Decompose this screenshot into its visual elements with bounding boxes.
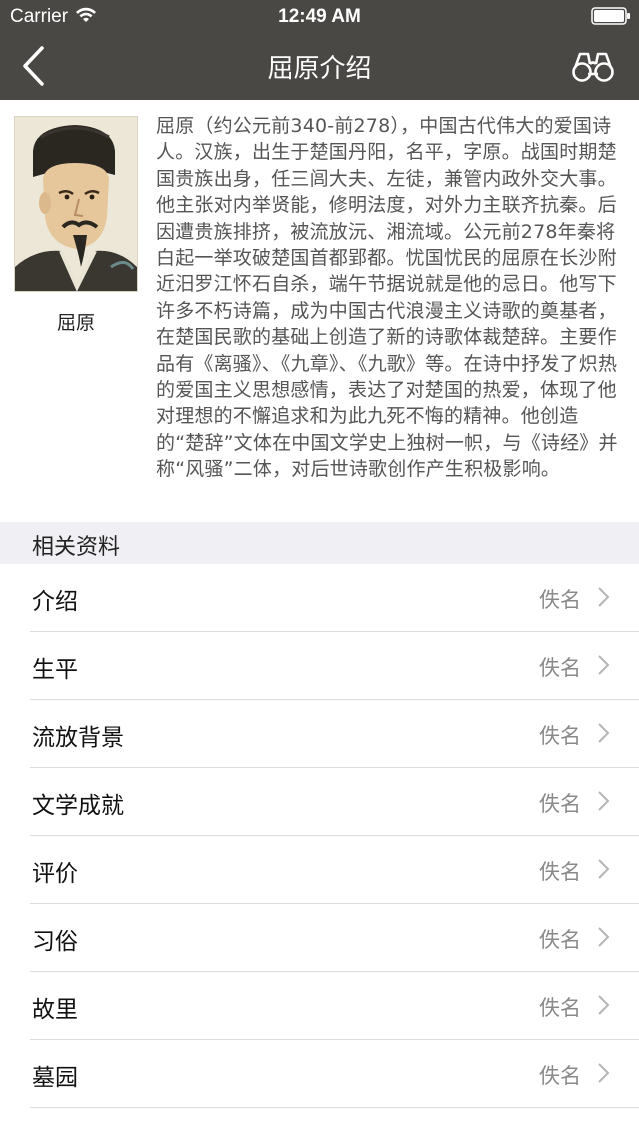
chevron-right-icon	[598, 995, 610, 1015]
search-binoculars-button[interactable]	[569, 46, 617, 86]
chevron-right-icon	[598, 859, 610, 879]
chevron-right-icon	[598, 587, 610, 607]
list-item[interactable]: 介绍 佚名	[0, 564, 639, 632]
intro-text: 屈原（约公元前340-前278），中国古代伟大的爱国诗人。汉族，出生于楚国丹阳，…	[156, 115, 618, 481]
chevron-right-icon	[598, 655, 610, 675]
binoculars-icon	[572, 52, 614, 82]
related-list: 介绍 佚名 生平 佚名 流放背景 佚名 文学成就 佚名 评价 佚名 习俗 佚名 …	[0, 564, 639, 1108]
list-item-author: 佚名	[539, 792, 581, 816]
list-item[interactable]: 习俗 佚名	[0, 904, 639, 972]
list-item-label: 评价	[32, 861, 78, 887]
list-item-label: 墓园	[32, 1065, 78, 1091]
qu-yuan-portrait	[15, 117, 137, 292]
list-item-author: 佚名	[539, 588, 581, 612]
chevron-left-icon	[23, 46, 44, 86]
list-item-author: 佚名	[539, 656, 581, 680]
status-time: 12:49 AM	[278, 6, 361, 27]
section-header: 相关资料	[0, 522, 639, 564]
chevron-right-icon	[598, 927, 610, 947]
section-title: 相关资料	[32, 535, 121, 560]
top-bar: Carrier 12:49 AM 屈原介绍	[0, 0, 639, 100]
list-item-label: 流放背景	[32, 725, 124, 751]
list-item-label: 生平	[32, 657, 78, 683]
list-item[interactable]: 流放背景 佚名	[0, 700, 639, 768]
list-item-label: 故里	[32, 997, 78, 1023]
list-item-author: 佚名	[539, 1064, 581, 1088]
list-item-author: 佚名	[539, 996, 581, 1020]
list-item[interactable]: 生平 佚名	[0, 632, 639, 700]
list-item[interactable]: 评价 佚名	[0, 836, 639, 904]
chevron-right-icon	[598, 1063, 610, 1083]
chevron-right-icon	[598, 723, 610, 743]
list-item[interactable]: 文学成就 佚名	[0, 768, 639, 836]
portrait-caption: 屈原	[56, 312, 95, 334]
status-bar: Carrier 12:49 AM	[0, 0, 639, 34]
list-item-label: 习俗	[32, 929, 78, 955]
list-item-label: 文学成就	[32, 793, 124, 819]
list-item[interactable]: 墓园 佚名	[0, 1040, 639, 1108]
portrait-image	[14, 116, 138, 292]
list-item-label: 介绍	[32, 589, 78, 615]
battery-icon	[591, 7, 630, 25]
list-item-author: 佚名	[539, 724, 581, 748]
list-item[interactable]: 故里 佚名	[0, 972, 639, 1040]
list-item-author: 佚名	[539, 928, 581, 952]
nav-bar: 屈原介绍	[0, 34, 639, 100]
back-button[interactable]	[20, 40, 80, 92]
list-item-author: 佚名	[539, 860, 581, 884]
chevron-right-icon	[598, 791, 610, 811]
page-title: 屈原介绍	[267, 54, 372, 84]
